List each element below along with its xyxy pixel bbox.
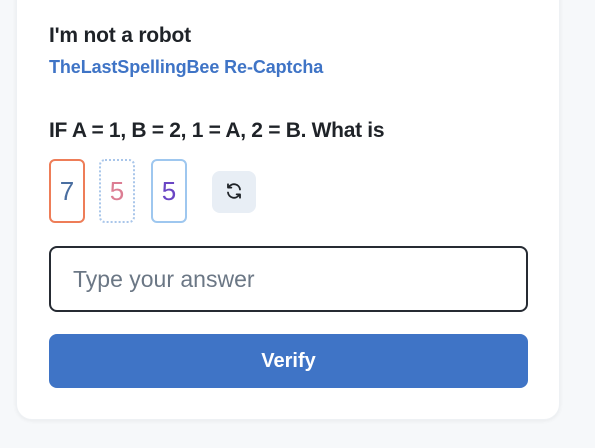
captcha-digit-3: 5 [151, 159, 187, 223]
captcha-digit-1: 7 [49, 159, 85, 223]
captcha-provider-name: TheLastSpellingBee Re-Captcha [49, 57, 324, 77]
captcha-question: IF A = 1, B = 2, 1 = A, 2 = B. What is [49, 119, 385, 142]
refresh-button[interactable] [212, 171, 256, 213]
captcha-digit-2: 5 [99, 159, 135, 223]
verify-button[interactable]: Verify [49, 334, 528, 388]
captcha-title: I'm not a robot [49, 24, 191, 47]
refresh-icon [225, 182, 243, 203]
answer-input[interactable] [49, 246, 528, 312]
